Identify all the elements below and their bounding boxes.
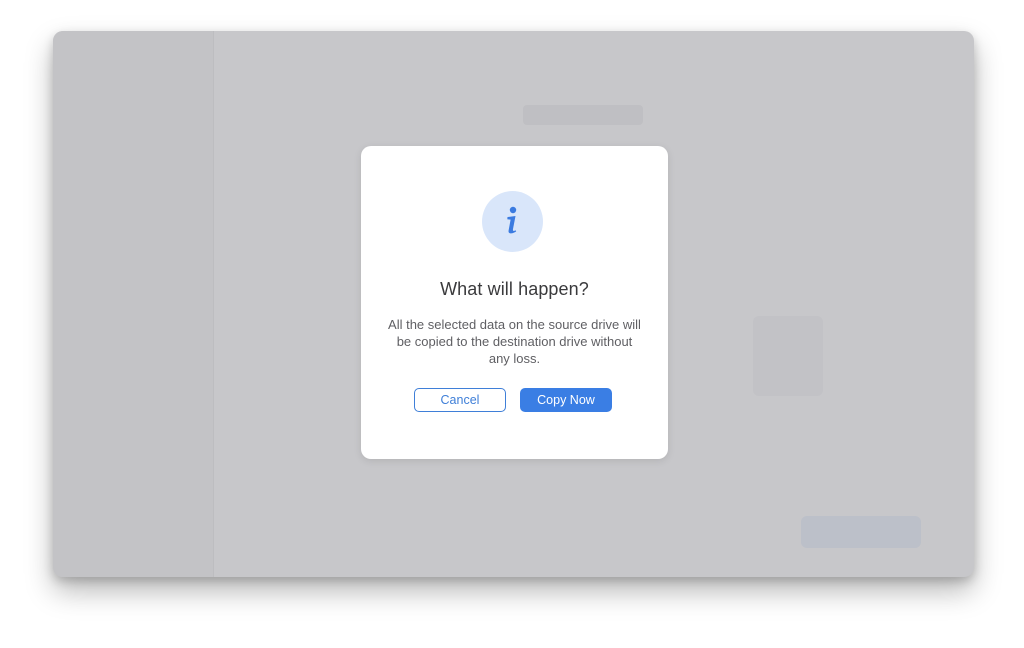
copy-now-button[interactable]: Copy Now (520, 388, 612, 412)
info-icon (482, 191, 543, 252)
cancel-button[interactable]: Cancel (414, 388, 506, 412)
background-button (801, 516, 921, 548)
sidebar (53, 31, 214, 577)
background-panel (753, 316, 823, 396)
background-title (523, 105, 643, 125)
dialog-message: All the selected data on the source driv… (388, 317, 641, 366)
confirmation-dialog: What will happen? All the selected data … (361, 146, 668, 459)
info-glyph (507, 206, 517, 234)
dialog-title: What will happen? (440, 279, 589, 299)
